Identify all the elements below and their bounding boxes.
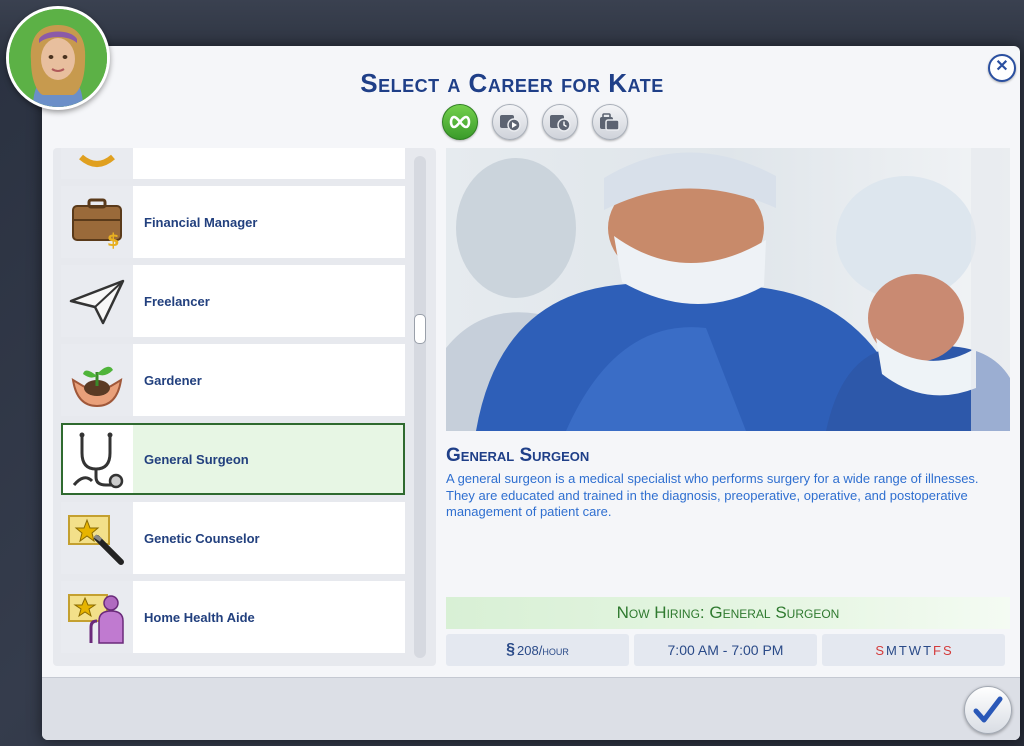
career-title: General Surgeon [446,445,590,466]
close-icon: ✕ [995,58,1009,75]
career-row-genetic-counselor[interactable]: Genetic Counselor [61,502,405,574]
filter-odd-jobs-button[interactable] [592,104,628,140]
career-label: Freelancer [144,293,210,309]
career-list-scrollbar[interactable] [414,156,426,658]
career-label: Financial Manager [144,214,258,230]
career-label: General Surgeon [144,451,249,467]
career-row-general-surgeon[interactable]: General Surgeon [61,423,405,495]
stethoscope-icon [63,425,133,493]
filter-part-time-button[interactable] [542,104,578,140]
day-0: S [875,642,884,658]
day-4: T [923,642,932,658]
confirm-button[interactable] [964,686,1012,734]
paper-plane-icon [61,265,133,337]
day-3: W [908,642,922,658]
dialog-title: Select a Career for Kate [360,68,664,98]
career-row-home-health-aide[interactable]: Home Health Aide [61,581,405,653]
day-1: M [886,642,897,658]
pay-value: 208/hour [517,642,569,658]
filter-full-time-button[interactable] [492,104,528,140]
svg-text:$: $ [107,230,120,251]
infinity-icon [449,115,471,129]
work-days: SMTWTFS [822,634,1005,666]
filter-all-button[interactable] [442,104,478,140]
career-play-icon [500,115,521,132]
dialog-footer [42,677,1020,740]
career-row-freelancer[interactable]: Freelancer [61,265,405,337]
career-label: Home Health Aide [144,609,255,625]
star-person-icon [61,581,133,653]
career-clock-icon [550,115,571,132]
pay-rate: § 208/hour [446,634,629,666]
plant-hands-icon [61,344,133,416]
close-button[interactable]: ✕ [988,54,1016,82]
career-row-gardener[interactable]: Gardener [61,344,405,416]
career-filter-bar [442,104,628,140]
simoleon-icon: § [506,641,516,658]
star-pen-icon [61,502,133,574]
day-5: F [933,642,941,658]
career-row-financial-manager[interactable]: $ Financial Manager [61,186,405,258]
career-row-partial[interactable] [61,148,405,179]
work-hours: 7:00 AM - 7:00 PM [634,634,817,666]
career-stats: § 208/hour 7:00 AM - 7:00 PM SMTWTFS [446,634,1005,666]
career-photo [446,148,1010,431]
checkmark-icon [973,696,1003,723]
hiring-banner: Now Hiring: General Surgeon [446,597,1010,629]
sim-portrait-avatar[interactable] [6,6,110,110]
day-2: T [898,642,907,658]
briefcase-money-icon: $ [61,186,133,258]
career-label: Gardener [144,372,202,388]
day-6: S [942,642,952,658]
scrollbar-thumb[interactable] [414,314,426,344]
career-briefcase-icon [600,113,620,131]
career-list[interactable]: $ Financial Manager Freelancer Gardener [53,148,436,666]
career-description: A general surgeon is a medical specialis… [446,471,979,519]
partial-career-icon [61,148,133,179]
career-label: Genetic Counselor [144,530,260,546]
